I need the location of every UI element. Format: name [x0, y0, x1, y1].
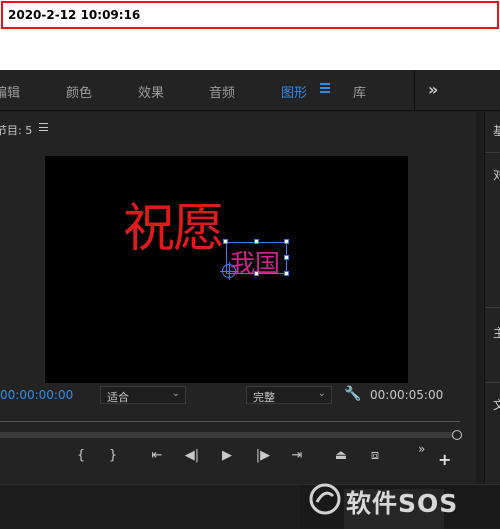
- go-to-in-icon[interactable]: ⇤: [146, 448, 168, 463]
- step-back-icon[interactable]: ◀|: [181, 448, 203, 463]
- resize-handle-b[interactable]: [254, 271, 259, 276]
- tab-graphics[interactable]: 图形: [281, 82, 307, 101]
- divider: [485, 152, 500, 153]
- timestamp-box: 2020-2-12 10:09:16: [1, 1, 499, 29]
- resize-handle-r[interactable]: [284, 255, 289, 260]
- resize-handle-tl[interactable]: [223, 239, 228, 244]
- quality-select-value: 完整: [253, 391, 275, 404]
- title-text-main[interactable]: 祝愿: [123, 186, 225, 261]
- anchor-point-icon[interactable]: [220, 262, 238, 280]
- watermark-logo-icon: [309, 483, 341, 515]
- lift-icon[interactable]: ⏏: [330, 448, 352, 463]
- timeline-area: [0, 485, 300, 529]
- settings-wrench-icon[interactable]: 🔧: [344, 386, 361, 402]
- program-monitor: 节目: 5 祝愿 我国 00:00:00:00 适合 ⌄ 完整 ⌄ 🔧 00:0…: [0, 112, 476, 484]
- essential-graphics-panel: 基 对 主 文: [484, 112, 500, 484]
- timestamp-area: 2020-2-12 10:09:16: [0, 0, 500, 70]
- timeline-ruler[interactable]: [0, 416, 462, 440]
- resize-handle-tr[interactable]: [284, 239, 289, 244]
- transport-controls: { } ⇤ ◀| ▶ |▶ ⇥ ⏏ ⧈: [0, 448, 476, 472]
- zoom-handle-icon[interactable]: [452, 430, 462, 440]
- play-icon[interactable]: ▶: [216, 448, 238, 463]
- tab-libraries[interactable]: 库: [353, 82, 366, 101]
- zoom-select[interactable]: 适合 ⌄: [100, 386, 186, 404]
- tab-color[interactable]: 颜色: [66, 82, 92, 101]
- divider: [485, 307, 500, 308]
- chevron-down-icon: ⌄: [171, 388, 180, 399]
- go-to-out-icon[interactable]: ⇥: [286, 448, 308, 463]
- more-controls-icon[interactable]: »: [418, 442, 425, 456]
- zoom-scroll-bar[interactable]: [0, 432, 458, 438]
- add-button[interactable]: +: [438, 450, 451, 469]
- divider: [485, 382, 500, 383]
- step-forward-icon[interactable]: |▶: [252, 448, 274, 463]
- duration-timecode: 00:00:05:00: [370, 388, 444, 402]
- overflow-chevron-icon[interactable]: »: [428, 80, 438, 99]
- watermark-text: 软件SOS: [346, 489, 459, 518]
- right-panel-header[interactable]: 基: [493, 122, 500, 139]
- ruler-ticks: [0, 416, 460, 422]
- chevron-down-icon: ⌄: [317, 388, 326, 399]
- tab-edit[interactable]: 编辑: [0, 82, 20, 101]
- workspace-tab-bar: 编辑 颜色 效果 音频 图形 库 »: [0, 70, 500, 111]
- workspace-menu-icon[interactable]: [320, 83, 330, 93]
- video-frame[interactable]: 祝愿 我国: [45, 156, 408, 383]
- current-timecode[interactable]: 00:00:00:00: [0, 388, 73, 402]
- mark-in-icon[interactable]: {: [70, 448, 92, 463]
- right-panel-row-2: 主: [493, 326, 500, 340]
- panel-menu-icon[interactable]: [39, 123, 48, 134]
- right-panel-row-1: 对: [493, 168, 500, 182]
- tab-divider: [414, 70, 415, 111]
- resize-handle-br[interactable]: [284, 271, 289, 276]
- zoom-select-value: 适合: [107, 391, 129, 404]
- mark-out-icon[interactable]: }: [102, 448, 124, 463]
- tab-effects[interactable]: 效果: [138, 82, 164, 101]
- quality-select[interactable]: 完整 ⌄: [246, 386, 332, 404]
- tab-audio[interactable]: 音频: [209, 82, 235, 101]
- panel-title[interactable]: 节目: 5: [0, 122, 32, 138]
- resize-handle-t[interactable]: [254, 239, 259, 244]
- timestamp-text: 2020-2-12 10:09:16: [8, 8, 141, 22]
- right-panel-row-3: 文: [493, 398, 500, 412]
- extract-icon[interactable]: ⧈: [364, 448, 386, 463]
- watermark: 软件SOS: [308, 478, 498, 522]
